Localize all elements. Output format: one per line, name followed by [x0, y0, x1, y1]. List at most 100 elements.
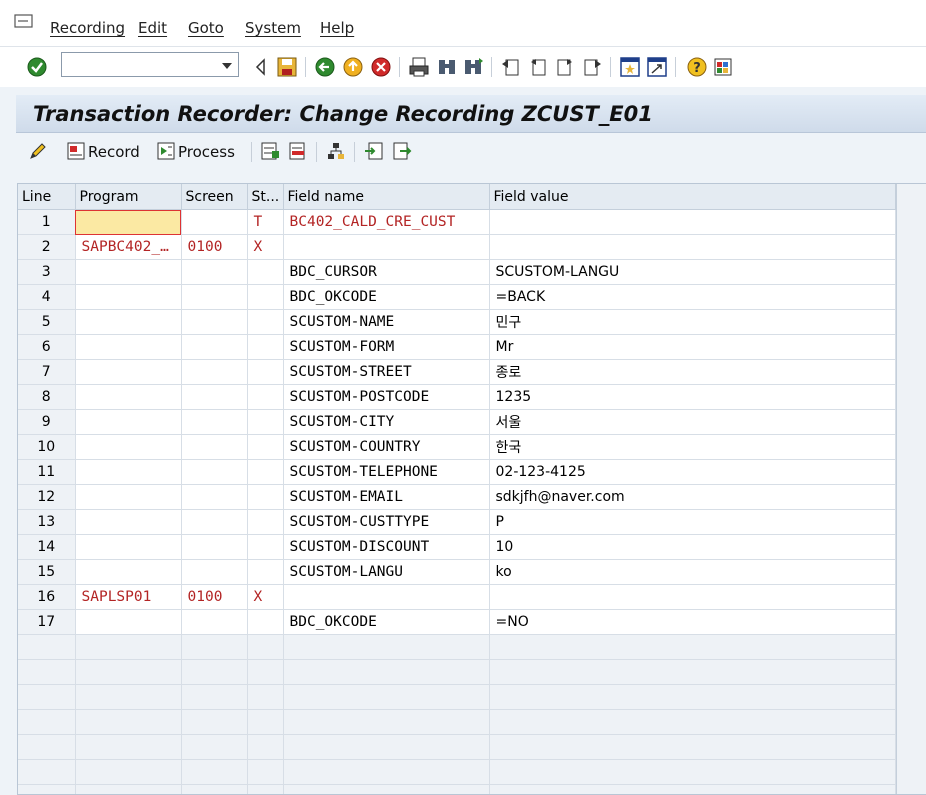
menu-goto[interactable]: Goto — [188, 19, 224, 37]
cell-program[interactable] — [75, 385, 181, 410]
table-row[interactable]: 15SCUSTOM-LANGUko — [18, 560, 895, 585]
record-icon[interactable] — [66, 141, 86, 161]
command-field[interactable] — [61, 52, 239, 77]
cell-start[interactable]: X — [247, 585, 283, 610]
cell-field-name[interactable]: BC402_CALD_CRE_CUST — [283, 210, 489, 235]
cell-program[interactable]: SAPLSP01 — [75, 585, 181, 610]
cell-field-value[interactable]: sdkjfh@naver.com — [489, 485, 895, 510]
cell-field-name[interactable]: BDC_OKCODE — [283, 285, 489, 310]
cell-start[interactable] — [247, 285, 283, 310]
column-header-field-name[interactable]: Field name — [283, 184, 489, 210]
cell-screen[interactable] — [181, 535, 247, 560]
cell-field-value[interactable] — [489, 235, 895, 260]
table-row[interactable]: 1TBC402_CALD_CRE_CUST — [18, 210, 895, 235]
menu-system[interactable]: System — [245, 19, 301, 37]
cell-field-name[interactable]: SCUSTOM-STREET — [283, 360, 489, 385]
new-session-icon[interactable] — [619, 56, 641, 78]
cell-field-name[interactable]: SCUSTOM-POSTCODE — [283, 385, 489, 410]
cell-screen[interactable] — [181, 335, 247, 360]
cell-screen[interactable] — [181, 285, 247, 310]
cell-program[interactable] — [75, 535, 181, 560]
cell-start[interactable] — [247, 610, 283, 635]
cell-field-name[interactable]: SCUSTOM-DISCOUNT — [283, 535, 489, 560]
cell-field-value[interactable]: 종로 — [489, 360, 895, 385]
cell-start[interactable] — [247, 485, 283, 510]
cell-start[interactable] — [247, 410, 283, 435]
cell-program[interactable] — [75, 360, 181, 385]
table-row[interactable]: 5SCUSTOM-NAME민구 — [18, 310, 895, 335]
cell-program[interactable] — [75, 435, 181, 460]
previous-page-icon[interactable] — [527, 56, 549, 78]
cell-field-value[interactable]: P — [489, 510, 895, 535]
table-row[interactable]: 11SCUSTOM-TELEPHONE02-123-4125 — [18, 460, 895, 485]
cell-start[interactable] — [247, 360, 283, 385]
print-icon[interactable] — [408, 56, 430, 78]
table-row[interactable]: 17BDC_OKCODE=NO — [18, 610, 895, 635]
cell-field-value[interactable]: ko — [489, 560, 895, 585]
table-row[interactable]: 7SCUSTOM-STREET종로 — [18, 360, 895, 385]
customize-layout-icon[interactable] — [713, 56, 735, 78]
vertical-scrollbar[interactable] — [896, 184, 926, 794]
cell-screen[interactable] — [181, 560, 247, 585]
cell-field-name[interactable]: SCUSTOM-COUNTRY — [283, 435, 489, 460]
cell-screen[interactable] — [181, 485, 247, 510]
cell-program[interactable] — [75, 510, 181, 535]
table-row[interactable]: 10SCUSTOM-COUNTRY한국 — [18, 435, 895, 460]
shortcut-icon[interactable] — [646, 56, 668, 78]
column-header-line[interactable]: Line — [18, 184, 75, 210]
next-page-icon[interactable] — [554, 56, 576, 78]
cell-start[interactable] — [247, 385, 283, 410]
cell-program[interactable] — [75, 485, 181, 510]
cell-program[interactable] — [75, 335, 181, 360]
cell-screen[interactable]: 0100 — [181, 235, 247, 260]
menu-recording[interactable]: Recording — [50, 19, 125, 37]
process-button[interactable]: Process — [178, 143, 235, 161]
cell-field-value[interactable]: 02-123-4125 — [489, 460, 895, 485]
cell-program[interactable] — [75, 560, 181, 585]
cell-screen[interactable] — [181, 310, 247, 335]
cell-field-name[interactable] — [283, 235, 489, 260]
cell-field-name[interactable]: SCUSTOM-CITY — [283, 410, 489, 435]
table-row[interactable]: 12SCUSTOM-EMAILsdkjfh@naver.com — [18, 485, 895, 510]
cell-program[interactable] — [75, 410, 181, 435]
cell-program[interactable]: SAPBC402_… — [75, 235, 181, 260]
table-row[interactable]: 2SAPBC402_…0100X — [18, 235, 895, 260]
last-page-icon[interactable] — [581, 56, 603, 78]
cell-screen[interactable]: 0100 — [181, 585, 247, 610]
column-header-start[interactable]: St... — [247, 184, 283, 210]
cell-start[interactable] — [247, 535, 283, 560]
cell-screen[interactable] — [181, 410, 247, 435]
cell-start[interactable] — [247, 510, 283, 535]
cell-field-value[interactable]: =BACK — [489, 285, 895, 310]
cell-screen[interactable] — [181, 385, 247, 410]
column-header-program[interactable]: Program — [75, 184, 181, 210]
import-icon[interactable] — [364, 141, 384, 161]
find-next-icon[interactable] — [462, 56, 484, 78]
cell-screen[interactable] — [181, 360, 247, 385]
cell-field-value[interactable]: 서울 — [489, 410, 895, 435]
cell-screen[interactable] — [181, 210, 247, 235]
cell-field-value[interactable]: 10 — [489, 535, 895, 560]
find-icon[interactable] — [436, 56, 458, 78]
cell-screen[interactable] — [181, 460, 247, 485]
cell-field-value[interactable] — [489, 210, 895, 235]
delete-line-icon[interactable] — [288, 141, 308, 161]
cell-field-value[interactable]: SCUSTOM-LANGU — [489, 260, 895, 285]
cell-program[interactable] — [75, 460, 181, 485]
table-row[interactable]: 6SCUSTOM-FORMMr — [18, 335, 895, 360]
enter-icon[interactable] — [26, 56, 48, 78]
cell-field-value[interactable]: 한국 — [489, 435, 895, 460]
collapse-arrow-icon[interactable] — [250, 56, 272, 78]
table-row[interactable]: 14SCUSTOM-DISCOUNT10 — [18, 535, 895, 560]
cell-program[interactable] — [75, 310, 181, 335]
table-row[interactable]: 4BDC_OKCODE=BACK — [18, 285, 895, 310]
insert-line-icon[interactable] — [260, 141, 280, 161]
cell-field-name[interactable]: SCUSTOM-FORM — [283, 335, 489, 360]
cell-field-name[interactable]: BDC_CURSOR — [283, 260, 489, 285]
cell-field-name[interactable] — [283, 585, 489, 610]
cell-start[interactable] — [247, 260, 283, 285]
column-header-screen[interactable]: Screen — [181, 184, 247, 210]
cell-field-name[interactable]: SCUSTOM-EMAIL — [283, 485, 489, 510]
export-icon[interactable] — [392, 141, 412, 161]
column-header-field-value[interactable]: Field value — [489, 184, 895, 210]
